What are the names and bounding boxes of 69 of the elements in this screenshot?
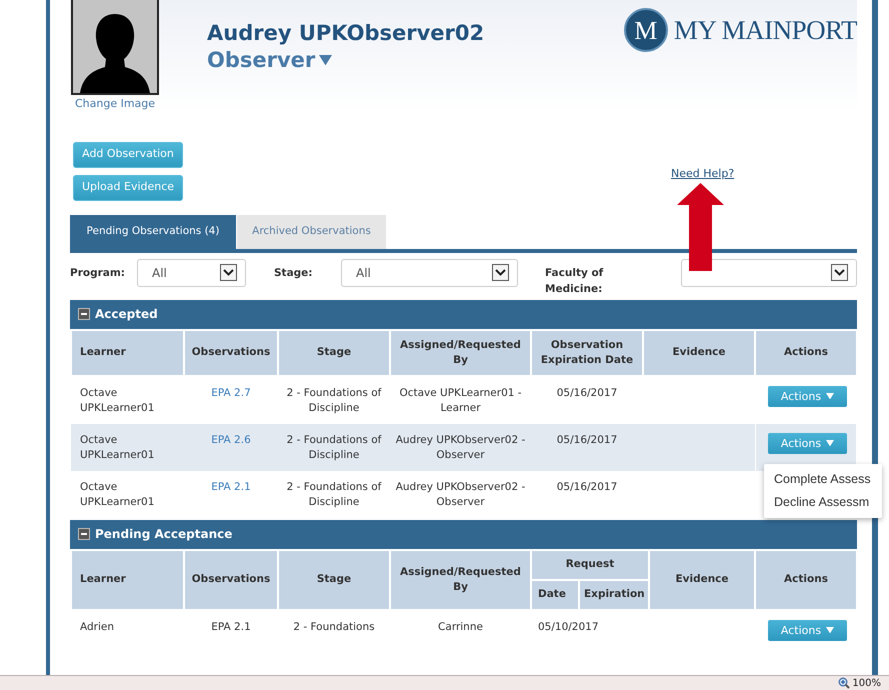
column-header: Observations	[184, 550, 278, 610]
table-cell-text: 05/16/2017	[556, 386, 618, 400]
section-title: Accepted	[95, 306, 158, 323]
chevron-down-icon	[220, 264, 237, 281]
role-dropdown[interactable]: Observer	[207, 46, 332, 74]
zoom-level: 100%	[852, 676, 881, 690]
caret-icon	[826, 392, 834, 400]
filter-dropdown[interactable]: All	[341, 258, 518, 286]
tab[interactable]: Pending Observations (4)	[70, 214, 236, 248]
chevron-down-icon	[492, 264, 509, 281]
change-image-link[interactable]: Change Image	[74, 96, 156, 112]
caret-icon	[826, 626, 834, 634]
table-cell: 2 - Foundations of Discipline	[278, 470, 390, 518]
user-name: Audrey UPKObserver02	[207, 20, 484, 46]
table-cell-text: Carrinne	[437, 620, 484, 634]
table-cell: Octave UPKLearner01	[71, 424, 184, 470]
observation-link[interactable]: EPA 2.7	[211, 386, 251, 398]
caret-icon	[826, 440, 834, 446]
actions-dropdown[interactable]: Actions	[768, 620, 847, 640]
caret-icon	[319, 54, 332, 66]
table-cell-text: Octave UPKLearner01	[79, 386, 156, 416]
filter-label: Stage:	[274, 266, 314, 280]
observation-link[interactable]: EPA 2.6	[211, 434, 251, 446]
collapse-icon[interactable]	[78, 528, 90, 540]
zoom-icon	[838, 677, 850, 689]
need-help-link[interactable]: Need Help?	[671, 166, 734, 180]
column-header: Observation Expiration Date	[531, 330, 643, 376]
logo: M MY MAINPORT	[624, 8, 857, 52]
column-header: Evidence	[649, 550, 755, 610]
actions-dropdown[interactable]: Actions	[768, 432, 847, 454]
column-header: Evidence	[643, 330, 755, 376]
column-header: Observations	[184, 330, 278, 376]
column-header: Assigned/Requested By	[390, 330, 531, 376]
table-cell: Audrey UPKObserver02 - Observer	[390, 424, 531, 470]
column-header: Actions	[755, 550, 857, 610]
table-cell-text: 05/16/2017	[556, 480, 618, 494]
table-cell: Octave UPKLearner01	[71, 470, 184, 518]
table-cell-text: 05/10/2017	[538, 620, 600, 634]
column-header: Stage	[278, 550, 390, 610]
column-header: Expiration	[579, 580, 649, 610]
column-header: Assigned/Requested By	[390, 550, 531, 610]
filter-label: Program:	[70, 266, 126, 280]
table-cell-text: 2 - Foundations	[292, 620, 376, 634]
column-header: Learner	[71, 550, 184, 610]
table-cell-text: 2 - Foundations of Discipline	[286, 386, 382, 416]
filter-dropdown[interactable]	[681, 258, 857, 286]
column-header: Learner	[71, 330, 184, 376]
column-header: Date	[531, 580, 579, 610]
menu-item[interactable]: Decline Assessm	[764, 490, 882, 514]
actions-dropdown[interactable]: Actions	[768, 386, 847, 406]
column-header: Stage	[278, 330, 390, 376]
table-cell-text: Octave UPKLearner01 - Learner	[398, 386, 523, 416]
table-cell-text: 05/16/2017	[556, 432, 618, 448]
filter-dropdown[interactable]: All	[137, 258, 246, 286]
table-cell-text: EPA 2.1	[211, 620, 251, 632]
section-title: Pending Acceptance	[95, 526, 232, 543]
column-header: Actions	[755, 330, 857, 376]
tab[interactable]: Archived Observations	[237, 214, 386, 248]
collapse-icon[interactable]	[78, 308, 90, 320]
menu-item[interactable]: Complete Assess	[764, 468, 882, 490]
table-cell: 2 - Foundations of Discipline	[278, 424, 390, 470]
action-button[interactable]: Upload Evidence	[73, 174, 183, 200]
table-cell-text: Adrien	[79, 620, 116, 634]
chevron-down-icon	[831, 264, 848, 281]
table-cell: Audrey UPKObserver02 - Observer	[390, 470, 531, 518]
column-header: Request	[531, 550, 649, 580]
observation-link[interactable]: EPA 2.1	[211, 480, 251, 492]
filter-label: Faculty of Medicine:	[545, 266, 604, 296]
action-button[interactable]: Add Observation	[73, 142, 183, 168]
